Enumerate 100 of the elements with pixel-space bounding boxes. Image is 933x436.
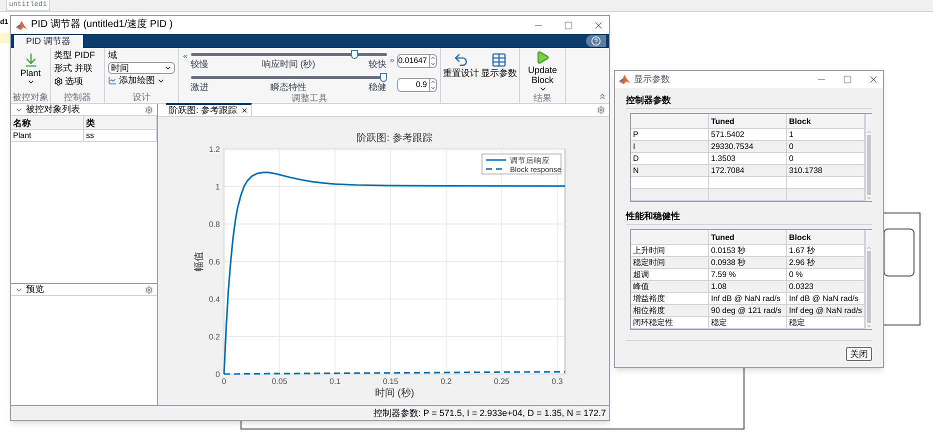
table-cell: 增益裕度 [631,293,709,304]
slider-title: 瞬态特性 [270,82,306,93]
status-text: 控制器参数: P = 571.5, I = 2.933e+04, D = 1.35, N = 172.7 [373,408,606,418]
table-cell: N [631,165,709,176]
slider[interactable] [190,50,386,59]
table-cell: 稳定 [709,317,787,328]
tick-label: 0.2 [440,377,452,386]
number-field[interactable]: 0.9 [397,78,437,92]
tick-label: 0 [222,377,226,386]
play-icon [535,50,550,65]
table-cell: Inf dB @ NaN rad/s [709,293,787,304]
table-cell: 90 deg @ 121 rad/s [709,305,787,316]
slider-label: 较快 [368,59,386,70]
y-axis-label: 幅值 [194,252,205,272]
chart-icon [108,76,117,85]
collapse-left-icon[interactable] [182,52,188,61]
table-cell: D [631,153,709,164]
number-field[interactable]: 0.01647 [397,54,437,68]
maximize-icon[interactable] [843,75,852,84]
maximize-icon[interactable] [564,20,573,30]
type-button[interactable]: 类型 PIDF [54,50,96,61]
tick-label: 0.4 [208,295,220,304]
legend-line-icon [486,159,506,161]
slider-title: 响应时间 (秒) [262,59,316,70]
table-cell: 29330.7534 [709,141,787,152]
show-parameters-button[interactable]: 显示参数 [481,52,517,79]
table-cell: Plant [11,130,84,141]
undo-icon [453,52,469,68]
group-label: 被控对象 [12,92,50,103]
form-button[interactable]: 形式 并联 [54,63,96,74]
spin-up-icon[interactable] [430,79,436,85]
download-icon [22,52,38,68]
tick-label: 0.05 [272,377,288,386]
panel-title: 被控对象列表 [26,105,81,114]
slider-label: 稳健 [368,82,386,93]
slider-thumb[interactable] [351,50,358,59]
table-cell: 闭环稳定性 [631,317,709,328]
tick-label: 1.2 [208,145,220,154]
matlab-logo-icon [619,74,630,85]
slider-thumb[interactable] [380,73,386,82]
table-cell: 0.0938 秒 [709,257,787,268]
tick-label: 0.8 [208,220,220,229]
ribbon-tab[interactable]: PID 调节器 [14,35,83,48]
spin-up-icon[interactable] [430,55,436,61]
section-title: 性能和稳健性 [626,210,872,225]
options-button[interactable]: 选项 [54,76,96,87]
add-plot-button[interactable]: 添加绘图 [108,75,175,86]
update-block-button[interactable]: Update Block [523,50,562,93]
table-cell: 上升时间 [631,245,709,256]
collapse-ribbon-icon[interactable] [598,92,607,101]
table-cell: 相位裕度 [631,305,709,316]
column-header: Tuned [709,230,787,244]
close-icon[interactable] [868,74,879,85]
section-title: 控制器参数 [626,94,872,109]
caret-icon [538,85,546,93]
table-icon [491,52,507,68]
domain-label: 域 [108,50,118,61]
table-cell: P [631,129,709,140]
table-cell: 7.59 % [709,269,787,280]
table-cell: 稳定时间 [631,257,709,268]
spin-down-icon[interactable] [430,85,436,91]
domain-dropdown[interactable]: 时间 [108,62,175,74]
table-cell: 峰值 [631,281,709,292]
column-header: 名称 [11,116,84,129]
tick-label: 0.2 [208,332,220,342]
tick-label: 0.15 [382,377,398,386]
tick-label: 0 [216,370,220,379]
window-title: PID 调节器 (untitled1/速度 PID ) [31,20,174,30]
tick-label: 0.6 [208,258,220,266]
table-cell: 0.0153 秒 [709,245,787,256]
close-icon[interactable] [593,20,604,30]
tick-label: 0.3 [552,377,563,386]
panel-title: 预览 [26,285,45,294]
group-label: 设计 [132,92,152,103]
plot-tab[interactable]: 阶跃图: 参考跟踪 [166,103,252,116]
expand-right-icon[interactable] [388,56,395,65]
tick-label: 0.25 [494,377,510,386]
reset-design-button[interactable]: 重置设计 [443,52,479,79]
slider-label: 较慢 [190,59,208,70]
table-cell: 172.7084 [709,165,787,176]
group-label: 控制器 [63,92,92,103]
spin-down-icon[interactable] [430,61,436,67]
close-icon[interactable] [241,107,248,114]
settings-icon[interactable] [145,286,153,294]
slider[interactable] [190,73,386,82]
table-cell: 1.3503 [709,153,787,164]
settings-icon[interactable] [597,106,605,114]
column-header: Tuned [709,114,787,128]
group-label: 调整工具 [290,93,328,104]
close-button[interactable]: 关闭 [846,347,872,361]
notification-bar [0,33,10,43]
plant-button[interactable]: Plant [14,50,47,92]
help-icon[interactable] [591,36,601,46]
x-axis-label: 时间 (秒) [374,388,414,399]
slider-label: 激进 [190,82,208,93]
settings-icon[interactable] [145,106,153,114]
table-cell: 571.5402 [709,129,787,140]
chart-title: 阶跃图: 参考跟踪 [356,133,432,144]
table-cell: 1.08 [709,281,787,292]
table-cell: 超调 [631,269,709,280]
